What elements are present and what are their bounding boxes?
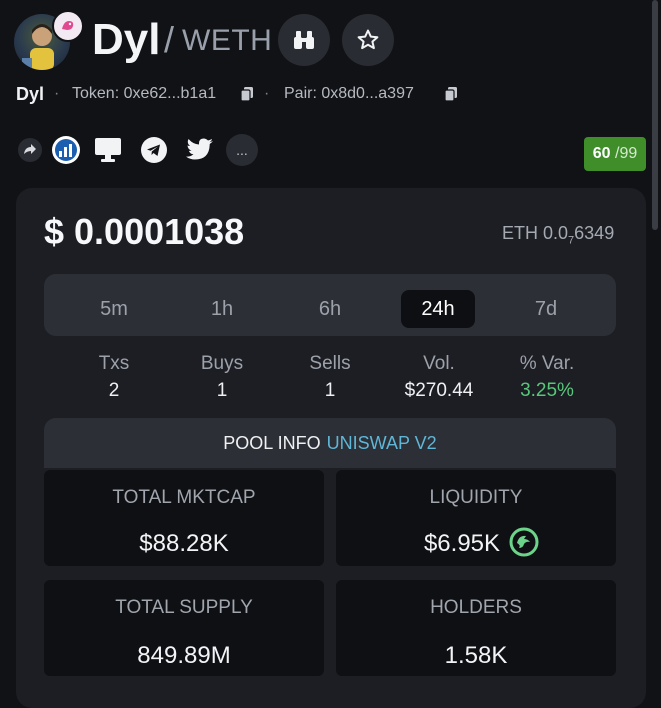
usd-price: $ 0.0001038 bbox=[44, 211, 245, 252]
tab-24h[interactable]: 24h bbox=[401, 290, 475, 328]
tab-5m[interactable]: 5m bbox=[77, 290, 151, 328]
star-icon bbox=[357, 29, 379, 50]
stat-value-sells: 1 bbox=[324, 380, 336, 401]
holders-label: HOLDERS bbox=[430, 597, 522, 618]
score-value: 60 bbox=[592, 145, 611, 162]
supply-label: TOTAL SUPPLY bbox=[115, 597, 253, 618]
liquidity-label: LIQUIDITY bbox=[429, 487, 523, 508]
trust-score-badge[interactable]: 60 /99 bbox=[584, 137, 646, 171]
binoculars-icon bbox=[294, 31, 314, 49]
pool-info-header: POOL INFO UNISWAP V2 bbox=[44, 418, 616, 468]
share-icon bbox=[18, 138, 42, 162]
stat-value-volume: $270.44 bbox=[404, 380, 474, 401]
token-name-title: Dyl bbox=[92, 15, 161, 64]
supply-value: 849.89M bbox=[137, 642, 231, 669]
token-symbol: Dyl bbox=[16, 84, 45, 104]
website-button[interactable] bbox=[92, 134, 124, 166]
tab-1h[interactable]: 1h bbox=[185, 290, 259, 328]
tab-6h[interactable]: 6h bbox=[293, 290, 367, 328]
stat-value-buys: 1 bbox=[216, 380, 228, 401]
stat-label-txs: Txs bbox=[98, 353, 130, 374]
share-button[interactable] bbox=[14, 134, 46, 166]
eth-price-prefix: ETH 0.0 bbox=[502, 223, 569, 243]
more-links-button[interactable]: ... bbox=[226, 134, 258, 166]
mktcap-value: $88.28K bbox=[139, 530, 229, 557]
stat-label-variation: % Var. bbox=[519, 353, 575, 374]
favorite-button[interactable] bbox=[342, 14, 394, 66]
holders-value: 1.58K bbox=[444, 642, 508, 669]
stat-label-volume: Vol. bbox=[423, 353, 455, 374]
tab-7d[interactable]: 7d bbox=[509, 290, 583, 328]
copy-pair-icon[interactable] bbox=[444, 86, 458, 102]
separator-dot: · bbox=[264, 85, 270, 102]
website-icon bbox=[95, 138, 121, 162]
chart-site-button[interactable] bbox=[50, 134, 82, 166]
stat-label-sells: Sells bbox=[309, 353, 351, 374]
chain-badge-icon bbox=[52, 10, 84, 42]
stat-value-txs: 2 bbox=[108, 380, 120, 401]
score-total: /99 bbox=[615, 145, 638, 162]
eth-price-suffix: 6349 bbox=[574, 223, 615, 243]
copy-token-icon[interactable] bbox=[240, 86, 254, 102]
telegram-button[interactable] bbox=[138, 134, 170, 166]
mktcap-label: TOTAL MKTCAP bbox=[112, 487, 256, 508]
stat-label-buys: Buys bbox=[200, 353, 244, 374]
stat-value-variation: 3.25% bbox=[520, 380, 574, 401]
token-address: Token: 0xe62...b1a1 bbox=[72, 85, 217, 102]
quote-token-label: WETH bbox=[182, 24, 273, 57]
page-scrollbar[interactable] bbox=[652, 0, 658, 230]
liquidity-lock-icon[interactable] bbox=[508, 526, 540, 558]
separator-dot: · bbox=[54, 85, 60, 102]
eth-price: ETH 0.076349 bbox=[502, 222, 614, 252]
chart-logo-icon bbox=[52, 136, 80, 164]
telegram-icon bbox=[141, 137, 167, 163]
watch-button[interactable] bbox=[278, 14, 330, 66]
dex-name-link[interactable]: UNISWAP V2 bbox=[327, 433, 437, 454]
liquidity-value: $6.95K bbox=[423, 530, 501, 557]
twitter-icon bbox=[186, 138, 213, 160]
pair-separator: / bbox=[164, 19, 175, 60]
pair-address: Pair: 0x8d0...a397 bbox=[284, 85, 414, 102]
twitter-button[interactable] bbox=[184, 134, 216, 166]
pool-info-label: POOL INFO bbox=[223, 432, 321, 453]
